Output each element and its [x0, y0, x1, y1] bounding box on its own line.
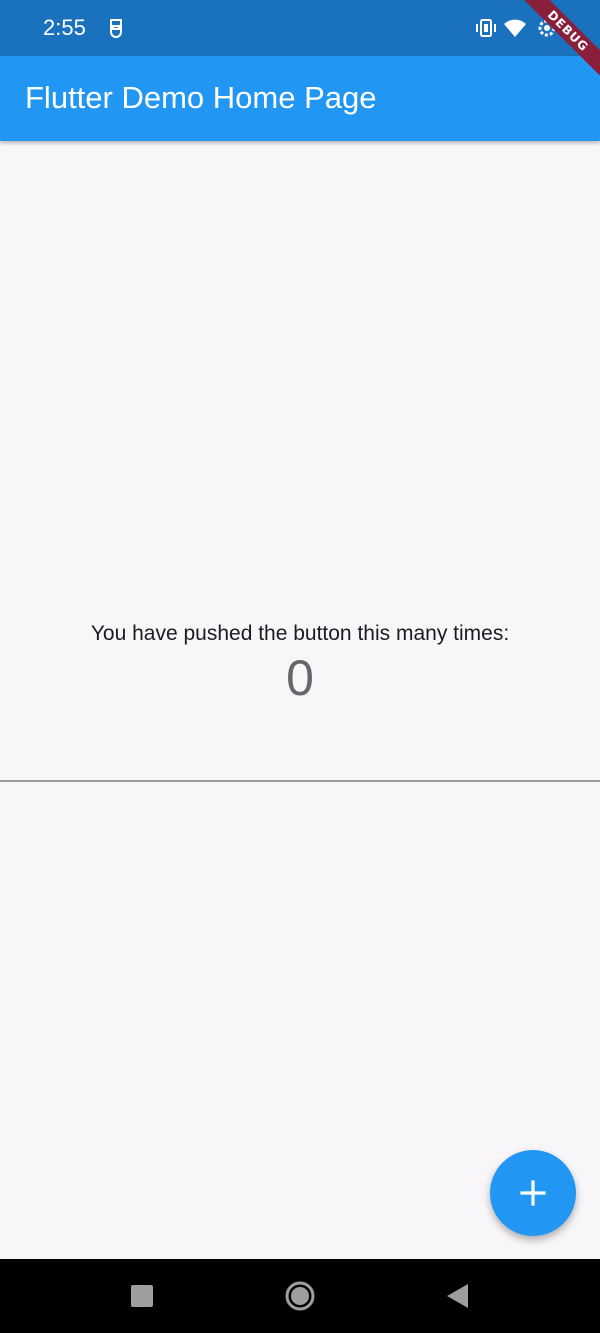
home-button[interactable]	[283, 1279, 317, 1313]
status-time: 2:55	[43, 15, 86, 40]
back-button[interactable]	[441, 1279, 475, 1313]
home-circle-icon	[285, 1281, 315, 1311]
vibrate-icon	[476, 19, 496, 37]
counter-value: 0	[286, 650, 314, 706]
system-nav-bar	[0, 1259, 600, 1333]
recents-button[interactable]	[125, 1279, 159, 1313]
counter-label: You have pushed the button this many tim…	[90, 622, 510, 645]
app-bar: Flutter Demo Home Page	[0, 56, 600, 141]
main-content: You have pushed the button this many tim…	[0, 141, 600, 1259]
settings-gear-icon	[538, 19, 556, 37]
wifi-icon	[504, 19, 526, 37]
status-bar: 2:55	[0, 0, 600, 56]
divider	[0, 780, 600, 782]
add-icon	[520, 1180, 546, 1206]
app-bar-title: Flutter Demo Home Page	[25, 80, 377, 115]
app-screen: 2:55 DEBUG Flutter Demo Home Page You ha…	[0, 0, 600, 1333]
debug-app-icon	[110, 19, 122, 38]
increment-fab-button[interactable]	[490, 1150, 576, 1236]
recents-square-icon	[131, 1285, 153, 1307]
back-triangle-icon	[447, 1284, 468, 1308]
